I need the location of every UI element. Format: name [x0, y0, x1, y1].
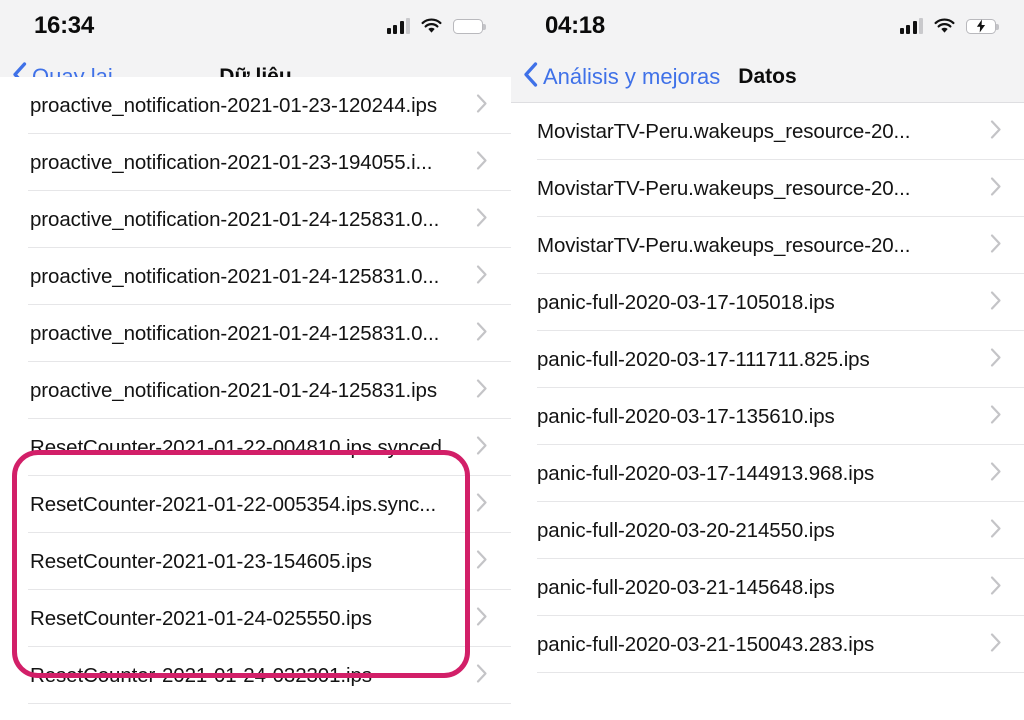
list-item-label: ResetCounter-2021-01-22-005354.ips.sync.… [30, 492, 437, 516]
chevron-right-icon [990, 404, 1002, 429]
list-item[interactable]: proactive_notification-2021-01-24-125831… [0, 362, 511, 419]
list-item[interactable]: proactive_notification-2021-01-23-120244… [0, 77, 511, 134]
chevron-left-icon [523, 61, 538, 93]
wifi-icon [421, 18, 442, 34]
battery-low-power-icon [453, 18, 486, 34]
list-item[interactable]: panic-full-2020-03-21-145648.ips [511, 559, 1024, 616]
list-item[interactable]: ResetCounter-2021-01-24-032301.ips [0, 647, 511, 704]
chevron-right-icon [990, 119, 1002, 144]
list-item-label: panic-full-2020-03-17-105018.ips [537, 290, 835, 314]
list-item-label: MovistarTV-Peru.wakeups_resource-20... [537, 176, 911, 200]
list-item-label: panic-full-2020-03-17-111711.825.ips [537, 347, 870, 371]
list-item-label: ResetCounter-2021-01-23-154605.ips [30, 549, 372, 573]
list-item-label: proactive_notification-2021-01-23-120244… [30, 93, 438, 117]
list-item-label: panic-full-2020-03-17-135610.ips [537, 404, 835, 428]
chevron-right-icon [476, 264, 488, 289]
list-item[interactable]: MovistarTV-Peru.wakeups_resource-20... [511, 103, 1024, 160]
chevron-right-icon [476, 663, 488, 688]
list-item[interactable]: panic-full-2020-03-21-150043.283.ips [511, 616, 1024, 673]
left-phone-panel: 16:34 proactive_notification-2021-01-23-… [0, 0, 511, 720]
chevron-right-icon [990, 575, 1002, 600]
list-item-label: panic-full-2020-03-20-214550.ips [537, 518, 835, 542]
list-item-label: proactive_notification-2021-01-24-125831… [30, 207, 440, 231]
list-item[interactable]: proactive_notification-2021-01-24-125831… [0, 191, 511, 248]
list-item[interactable]: MovistarTV-Peru.wakeups_resource-20... [511, 217, 1024, 274]
chevron-right-icon [990, 347, 1002, 372]
list-item-label: MovistarTV-Peru.wakeups_resource-20... [537, 233, 911, 257]
list-item-label: panic-full-2020-03-17-144913.968.ips [537, 461, 875, 485]
list-item-label: ResetCounter-2021-01-24-025550.ips [30, 606, 372, 630]
chevron-right-icon [476, 207, 488, 232]
list-item[interactable]: panic-full-2020-03-20-214550.ips [511, 502, 1024, 559]
chevron-right-icon [990, 632, 1002, 657]
chevron-right-icon [990, 461, 1002, 486]
right-page-title: Datos [738, 65, 797, 88]
list-item[interactable]: proactive_notification-2021-01-24-125831… [0, 248, 511, 305]
list-item-label: MovistarTV-Peru.wakeups_resource-20... [537, 119, 911, 143]
left-status-time: 16:34 [34, 12, 94, 39]
side-by-side-screenshot: 16:34 proactive_notification-2021-01-23-… [0, 0, 1024, 720]
list-item-label: proactive_notification-2021-01-23-194055… [30, 150, 433, 174]
list-item[interactable]: panic-full-2020-03-17-111711.825.ips [511, 331, 1024, 388]
list-item-label: proactive_notification-2021-01-24-125831… [30, 321, 440, 345]
row-divider [537, 672, 1024, 673]
back-button-label: Análisis y mejoras [543, 64, 721, 89]
chevron-right-icon [990, 233, 1002, 258]
list-item-label: ResetCounter-2021-01-22-004810.ips.synce… [30, 435, 442, 459]
left-status-bar: 16:34 [0, 0, 511, 52]
list-item-label: ResetCounter-2021-01-24-032301.ips [30, 663, 372, 687]
list-item-label: proactive_notification-2021-01-24-125831… [30, 378, 438, 402]
chevron-right-icon [476, 606, 488, 631]
right-status-time: 04:18 [545, 12, 605, 39]
list-item-label: panic-full-2020-03-21-150043.283.ips [537, 632, 875, 656]
list-item[interactable]: ResetCounter-2021-01-24-025550.ips [0, 590, 511, 647]
right-status-icons [899, 18, 999, 34]
list-item[interactable]: MovistarTV-Peru.wakeups_resource-20... [511, 160, 1024, 217]
right-status-bar: 04:18 [511, 0, 1024, 52]
cellular-bars-icon [899, 18, 923, 34]
chevron-right-icon [476, 435, 488, 460]
left-file-list[interactable]: proactive_notification-2021-01-23-120244… [0, 77, 511, 704]
lightning-bolt-icon [976, 19, 986, 33]
right-file-list[interactable]: MovistarTV-Peru.wakeups_resource-20... Mo… [511, 103, 1024, 673]
list-item[interactable]: panic-full-2020-03-17-105018.ips [511, 274, 1024, 331]
right-phone-panel: 04:18 Análisis y mejoras Datos MovistarT… [511, 0, 1024, 720]
wifi-icon [934, 18, 955, 34]
list-item[interactable]: proactive_notification-2021-01-23-194055… [0, 134, 511, 191]
cellular-bars-icon [386, 18, 410, 34]
chevron-right-icon [476, 150, 488, 175]
list-item[interactable]: ResetCounter-2021-01-22-004810.ips.synce… [0, 419, 511, 476]
left-status-icons [386, 18, 486, 34]
chevron-right-icon [476, 492, 488, 517]
list-item[interactable]: panic-full-2020-03-17-144913.968.ips [511, 445, 1024, 502]
chevron-right-icon [476, 321, 488, 346]
chevron-right-icon [990, 290, 1002, 315]
chevron-right-icon [476, 93, 488, 118]
list-item[interactable]: ResetCounter-2021-01-23-154605.ips [0, 533, 511, 590]
chevron-right-icon [476, 378, 488, 403]
list-item[interactable]: ResetCounter-2021-01-22-005354.ips.sync.… [0, 476, 511, 533]
chevron-right-icon [990, 518, 1002, 543]
row-divider [28, 703, 511, 704]
chevron-right-icon [476, 549, 488, 574]
right-nav-bar: Análisis y mejoras Datos [511, 52, 1024, 103]
list-item-label: proactive_notification-2021-01-24-125831… [30, 264, 440, 288]
back-button-analisis-y-mejoras[interactable]: Análisis y mejoras [523, 61, 721, 93]
battery-charging-icon [966, 18, 999, 34]
list-item[interactable]: panic-full-2020-03-17-135610.ips [511, 388, 1024, 445]
list-item-label: panic-full-2020-03-21-145648.ips [537, 575, 835, 599]
chevron-right-icon [990, 176, 1002, 201]
list-item[interactable]: proactive_notification-2021-01-24-125831… [0, 305, 511, 362]
